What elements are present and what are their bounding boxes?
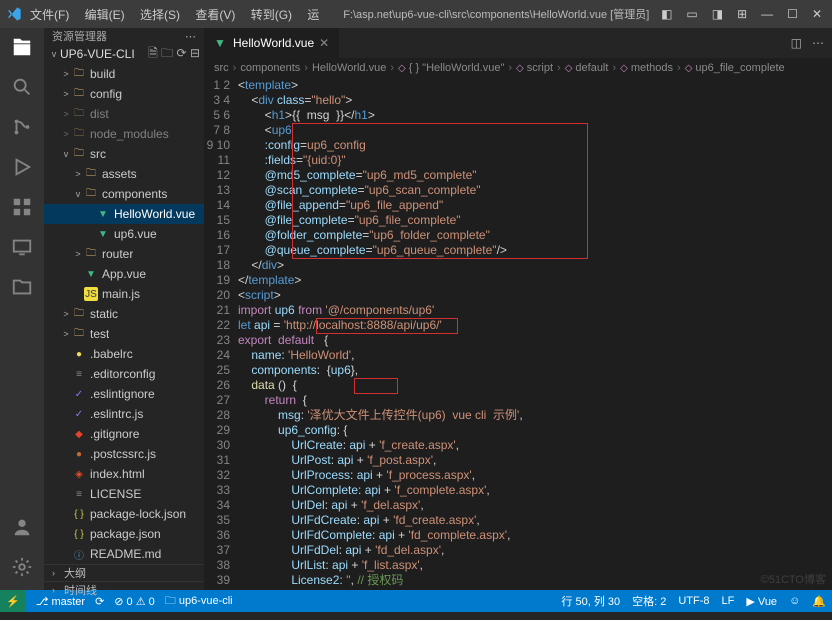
crumb[interactable]: ◇default bbox=[565, 62, 609, 74]
window-controls: ◧ ▭ ◨ ⊞ — ☐ ✕ bbox=[661, 7, 826, 21]
tree-item[interactable]: >🗀config bbox=[44, 84, 204, 104]
window-title: F:\asp.net\up6-vue-cli\src\components\He… bbox=[331, 6, 661, 22]
tree-item[interactable]: ✓.eslintrc.js bbox=[44, 404, 204, 424]
split-icon[interactable]: ◫ bbox=[791, 36, 802, 50]
extensions-icon[interactable] bbox=[11, 196, 33, 218]
breadcrumbs[interactable]: src›components›HelloWorld.vue›◇{ } "Hell… bbox=[204, 58, 832, 78]
tree-item[interactable]: { }package-lock.json bbox=[44, 504, 204, 524]
crumb[interactable]: src bbox=[214, 62, 229, 74]
tree-item[interactable]: ≡.editorconfig bbox=[44, 364, 204, 384]
tree-item[interactable]: ⓘREADME.md bbox=[44, 544, 204, 564]
search-icon[interactable] bbox=[11, 76, 33, 98]
crumb[interactable]: components bbox=[240, 62, 300, 74]
file-tree: v UP6-VUE-CLI 🗎 🗀 ⟳ ⊟ >🗀build>🗀config>🗀d… bbox=[44, 44, 204, 564]
project-root[interactable]: v UP6-VUE-CLI 🗎 🗀 ⟳ ⊟ bbox=[44, 44, 204, 64]
crumb[interactable]: ◇methods bbox=[620, 62, 673, 74]
layout-toggle-icon[interactable]: ◧ bbox=[661, 7, 672, 21]
sidebar-header: 资源管理器 ⋯ bbox=[44, 28, 204, 44]
tree-item[interactable]: >🗀assets bbox=[44, 164, 204, 184]
tab-label: HelloWorld.vue bbox=[233, 36, 314, 50]
watermark: ©51CTO博客 bbox=[761, 573, 826, 588]
menu-edit[interactable]: 编辑(E) bbox=[85, 8, 125, 22]
sidebar: 资源管理器 ⋯ v UP6-VUE-CLI 🗎 🗀 ⟳ ⊟ >🗀build>🗀c… bbox=[44, 28, 204, 590]
sidebar-more-icon[interactable]: ⋯ bbox=[185, 30, 196, 43]
refresh-icon[interactable]: ⟳ bbox=[177, 46, 187, 60]
crumb[interactable]: ◇script bbox=[516, 62, 553, 74]
title-bar: 文件(F) 编辑(E) 选择(S) 查看(V) 转到(G) 运 F:\asp.n… bbox=[0, 0, 832, 28]
tree-item[interactable]: ◈index.html bbox=[44, 464, 204, 484]
layout-panel-icon[interactable]: ▭ bbox=[686, 7, 697, 21]
debug-icon[interactable] bbox=[11, 156, 33, 178]
menu-bar[interactable]: 文件(F) 编辑(E) 选择(S) 查看(V) 转到(G) 运 bbox=[30, 6, 331, 23]
tree-item[interactable]: ◆.gitignore bbox=[44, 424, 204, 444]
line-gutter: 1 2 3 4 5 6 7 8 9 10 11 12 13 14 15 16 1… bbox=[204, 78, 238, 590]
status-feedback-icon[interactable]: ☺ bbox=[789, 595, 800, 607]
gear-icon[interactable] bbox=[11, 556, 33, 578]
tree-item[interactable]: JSmain.js bbox=[44, 284, 204, 304]
new-folder-icon[interactable]: 🗀 bbox=[161, 46, 173, 60]
explorer-icon[interactable] bbox=[11, 36, 33, 58]
status-cursor[interactable]: 行 50, 列 30 bbox=[561, 593, 620, 609]
code-lines[interactable]: <template> <div class="hello"> <h1>{{ ms… bbox=[238, 78, 832, 590]
layout-custom-icon[interactable]: ⊞ bbox=[737, 7, 747, 21]
status-encoding[interactable]: UTF-8 bbox=[678, 595, 709, 607]
tree-item[interactable]: ●.postcssrc.js bbox=[44, 444, 204, 464]
tree-item[interactable]: { }package.json bbox=[44, 524, 204, 544]
status-project[interactable]: 🗀 up6-vue-cli bbox=[165, 592, 233, 611]
new-file-icon[interactable]: 🗎 bbox=[148, 46, 158, 60]
tree-item[interactable]: v🗀components bbox=[44, 184, 204, 204]
scm-icon[interactable] bbox=[11, 116, 33, 138]
tree-item[interactable]: ▼App.vue bbox=[44, 264, 204, 284]
activity-bar bbox=[0, 28, 44, 590]
status-bell-icon[interactable]: 🔔 bbox=[812, 595, 826, 608]
menu-run[interactable]: 运 bbox=[307, 8, 319, 22]
tree-item[interactable]: ✓.eslintignore bbox=[44, 384, 204, 404]
editor-tabs: ▼ HelloWorld.vue ✕ ◫ ⋯ bbox=[204, 28, 832, 58]
tree-item[interactable]: ▼up6.vue bbox=[44, 224, 204, 244]
crumb[interactable]: ◇up6_file_complete bbox=[685, 62, 785, 74]
editor: ▼ HelloWorld.vue ✕ ◫ ⋯ src›components›He… bbox=[204, 28, 832, 590]
tree-item[interactable]: >🗀test bbox=[44, 324, 204, 344]
remote-launch[interactable]: ⚡ bbox=[0, 590, 26, 612]
tree-item[interactable]: >🗀dist bbox=[44, 104, 204, 124]
collapse-icon[interactable]: ⊟ bbox=[190, 46, 200, 60]
menu-go[interactable]: 转到(G) bbox=[251, 8, 292, 22]
status-eol[interactable]: LF bbox=[722, 595, 735, 607]
more-icon[interactable]: ⋯ bbox=[812, 36, 824, 50]
tree-item[interactable]: ▼HelloWorld.vue bbox=[44, 204, 204, 224]
tree-item[interactable]: ≡LICENSE bbox=[44, 484, 204, 504]
maximize-icon[interactable]: ☐ bbox=[787, 7, 798, 21]
tab-close-icon[interactable]: ✕ bbox=[319, 36, 329, 50]
tree-item[interactable]: >🗀static bbox=[44, 304, 204, 324]
crumb[interactable]: HelloWorld.vue bbox=[312, 62, 386, 74]
tree-item[interactable]: >🗀node_modules bbox=[44, 124, 204, 144]
status-lang[interactable]: ▶ Vue bbox=[746, 595, 777, 608]
section-outline[interactable]: ›大纲 bbox=[44, 564, 204, 581]
folder-icon[interactable] bbox=[11, 276, 33, 298]
menu-select[interactable]: 选择(S) bbox=[140, 8, 180, 22]
status-spaces[interactable]: 空格: 2 bbox=[632, 593, 666, 609]
tree-item[interactable]: v🗀src bbox=[44, 144, 204, 164]
minimize-icon[interactable]: — bbox=[761, 7, 773, 21]
vue-icon: ▼ bbox=[214, 36, 228, 50]
code-area[interactable]: 1 2 3 4 5 6 7 8 9 10 11 12 13 14 15 16 1… bbox=[204, 78, 832, 590]
status-branch[interactable]: ⎇ master bbox=[36, 595, 85, 608]
status-problems[interactable]: ⊘ 0 ⚠ 0 bbox=[114, 595, 154, 608]
sidebar-title: 资源管理器 bbox=[52, 28, 107, 44]
crumb[interactable]: ◇{ } "HelloWorld.vue" bbox=[398, 62, 504, 74]
close-icon[interactable]: ✕ bbox=[812, 7, 822, 21]
menu-file[interactable]: 文件(F) bbox=[30, 8, 69, 22]
account-icon[interactable] bbox=[11, 516, 33, 538]
status-sync[interactable]: ⟳ bbox=[95, 595, 104, 608]
tree-item[interactable]: >🗀build bbox=[44, 64, 204, 84]
tree-item[interactable]: ●.babelrc bbox=[44, 344, 204, 364]
vscode-icon bbox=[6, 6, 22, 22]
menu-view[interactable]: 查看(V) bbox=[195, 8, 235, 22]
remote-icon[interactable] bbox=[11, 236, 33, 258]
layout-side-icon[interactable]: ◨ bbox=[712, 7, 723, 21]
tab-helloworld[interactable]: ▼ HelloWorld.vue ✕ bbox=[204, 28, 340, 58]
tree-item[interactable]: >🗀router bbox=[44, 244, 204, 264]
status-bar: ⚡ ⎇ master ⟳ ⊘ 0 ⚠ 0 🗀 up6-vue-cli 行 50,… bbox=[0, 590, 832, 612]
